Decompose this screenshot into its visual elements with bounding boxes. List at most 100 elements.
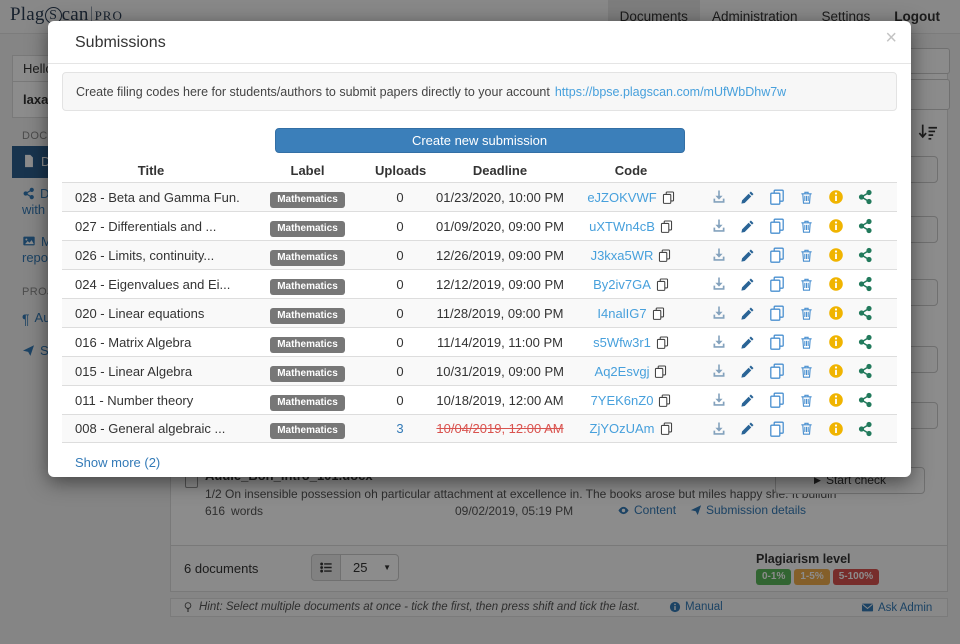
download-icon[interactable] [711, 189, 727, 205]
share-icon[interactable] [857, 276, 873, 292]
code-cell: uXTWn4cB [575, 219, 687, 234]
info-icon[interactable] [828, 189, 844, 205]
duplicate-icon[interactable] [769, 392, 785, 408]
edit-icon[interactable] [740, 393, 755, 408]
edit-icon[interactable] [740, 335, 755, 350]
code-cell: s5Wfw3r1 [575, 335, 687, 350]
submissions-table-body: 028 - Beta and Gamma Fun... Mathematics … [62, 182, 897, 443]
download-icon[interactable] [711, 421, 727, 437]
delete-icon[interactable] [799, 277, 814, 292]
edit-icon[interactable] [740, 277, 755, 292]
duplicate-icon[interactable] [769, 421, 785, 437]
info-icon[interactable] [828, 305, 844, 321]
info-icon[interactable] [828, 392, 844, 408]
copy-code-icon[interactable] [656, 335, 669, 350]
close-icon[interactable]: × [885, 28, 897, 48]
submission-code-link[interactable]: s5Wfw3r1 [593, 335, 651, 350]
code-cell: By2iv7GA [575, 277, 687, 292]
show-more-link[interactable]: Show more (2) [75, 455, 160, 470]
header-title: Title [137, 162, 165, 178]
duplicate-icon[interactable] [769, 305, 785, 321]
modal-title: Submissions [75, 34, 166, 51]
download-icon[interactable] [711, 392, 727, 408]
copy-code-icon[interactable] [652, 306, 665, 321]
submission-row: 008 - General algebraic ... Mathematics … [62, 414, 897, 443]
code-cell: ZjYOzUAm [575, 421, 687, 436]
create-new-submission-button[interactable]: Create new submission [274, 128, 685, 153]
submission-title: 016 - Matrix Algebra [75, 334, 192, 350]
submission-code-link[interactable]: eJZOKVWF [587, 190, 656, 205]
download-icon[interactable] [711, 363, 727, 379]
info-icon[interactable] [828, 247, 844, 263]
duplicate-icon[interactable] [769, 189, 785, 205]
delete-icon[interactable] [799, 421, 814, 436]
duplicate-icon[interactable] [769, 247, 785, 263]
download-icon[interactable] [711, 247, 727, 263]
submission-label-cell: Mathematics [240, 335, 375, 353]
edit-icon[interactable] [740, 364, 755, 379]
info-icon[interactable] [828, 334, 844, 350]
share-icon[interactable] [857, 218, 873, 234]
info-icon[interactable] [828, 218, 844, 234]
delete-icon[interactable] [799, 219, 814, 234]
submission-code-link[interactable]: 7YEK6nZ0 [591, 393, 654, 408]
deadline-value: 11/28/2019, 09:00 PM [436, 305, 564, 321]
share-icon[interactable] [857, 392, 873, 408]
share-icon[interactable] [857, 334, 873, 350]
submission-code-link[interactable]: uXTWn4cB [589, 219, 655, 234]
delete-icon[interactable] [799, 306, 814, 321]
info-icon[interactable] [828, 276, 844, 292]
duplicate-icon[interactable] [769, 363, 785, 379]
delete-icon[interactable] [799, 335, 814, 350]
submission-title: 011 - Number theory [75, 392, 194, 408]
edit-icon[interactable] [740, 306, 755, 321]
submission-code-link[interactable]: ZjYOzUAm [590, 421, 655, 436]
download-icon[interactable] [711, 218, 727, 234]
account-url-link[interactable]: https://bpse.plagscan.com/mUfWbDhw7w [555, 85, 786, 99]
copy-code-icon[interactable] [660, 421, 673, 436]
submission-code-link[interactable]: Aq2Esvgj [595, 364, 650, 379]
row-actions [687, 305, 897, 321]
duplicate-icon[interactable] [769, 218, 785, 234]
delete-icon[interactable] [799, 364, 814, 379]
share-icon[interactable] [857, 363, 873, 379]
edit-icon[interactable] [740, 219, 755, 234]
edit-icon[interactable] [740, 190, 755, 205]
download-icon[interactable] [711, 334, 727, 350]
copy-code-icon[interactable] [660, 219, 673, 234]
row-actions [687, 247, 897, 263]
share-icon[interactable] [857, 305, 873, 321]
submission-row: 028 - Beta and Gamma Fun... Mathematics … [62, 182, 897, 211]
duplicate-icon[interactable] [769, 334, 785, 350]
delete-icon[interactable] [799, 393, 814, 408]
copy-code-icon[interactable] [654, 364, 667, 379]
duplicate-icon[interactable] [769, 276, 785, 292]
submission-label-cell: Mathematics [240, 190, 375, 208]
download-icon[interactable] [711, 276, 727, 292]
download-icon[interactable] [711, 305, 727, 321]
info-icon[interactable] [828, 421, 844, 437]
submission-code-link[interactable]: J3kxa5WR [591, 248, 654, 263]
deadline-value: 10/31/2019, 09:00 PM [436, 363, 564, 379]
copy-code-icon[interactable] [656, 277, 669, 292]
deadline-value: 01/09/2020, 09:00 PM [436, 218, 564, 234]
share-icon[interactable] [857, 247, 873, 263]
delete-icon[interactable] [799, 248, 814, 263]
deadline-value: 12/12/2019, 09:00 PM [436, 276, 564, 292]
share-icon[interactable] [857, 421, 873, 437]
label-badge: Mathematics [270, 365, 345, 382]
edit-icon[interactable] [740, 248, 755, 263]
submission-code-link[interactable]: I4nalIG7 [597, 306, 646, 321]
copy-code-icon[interactable] [658, 248, 671, 263]
copy-code-icon[interactable] [658, 393, 671, 408]
uploads-count: 0 [396, 392, 404, 408]
modal-header: Submissions × [48, 21, 911, 64]
copy-code-icon[interactable] [662, 190, 675, 205]
edit-icon[interactable] [740, 421, 755, 436]
info-text: Create filing codes here for students/au… [76, 84, 550, 99]
row-actions [687, 334, 897, 350]
info-icon[interactable] [828, 363, 844, 379]
delete-icon[interactable] [799, 190, 814, 205]
submission-code-link[interactable]: By2iv7GA [593, 277, 651, 292]
share-icon[interactable] [857, 189, 873, 205]
